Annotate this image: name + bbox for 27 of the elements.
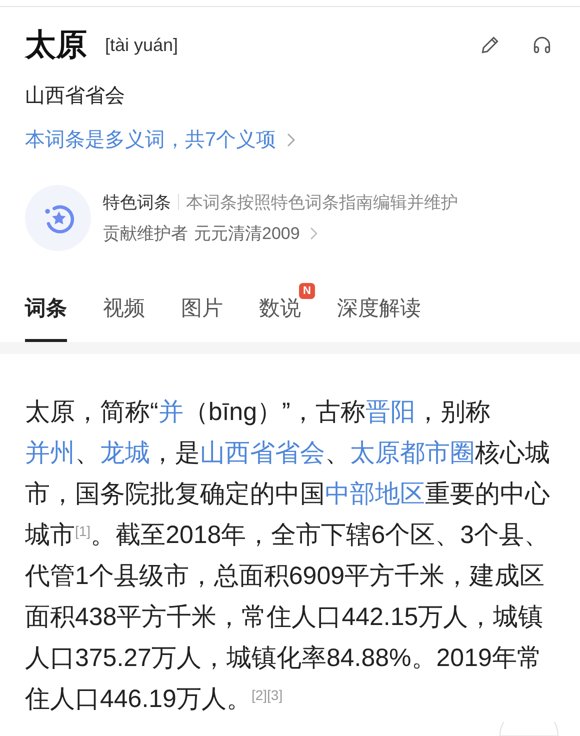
tab[interactable]: 数说	[259, 293, 301, 342]
tab[interactable]: 视频	[103, 293, 145, 342]
entry-subtitle: 山西省省会	[25, 84, 126, 109]
article-link[interactable]: 太原都市圈	[350, 438, 475, 466]
article-link[interactable]: 山西省省会	[200, 438, 325, 466]
article-link[interactable]: 并	[158, 398, 184, 426]
citation-link[interactable]: [2][3]	[251, 686, 283, 702]
chevron-icon	[310, 227, 318, 240]
featured-description: 本词条按照特色词条指南编辑并维护	[186, 192, 458, 214]
headphones-icon[interactable]	[531, 34, 553, 56]
citation-link[interactable]: [1]	[75, 522, 91, 538]
pinyin: [tài yuán]	[105, 34, 178, 57]
article-link[interactable]: 龙城	[100, 438, 150, 466]
new-badge: N	[299, 283, 315, 299]
chevron-icon	[286, 132, 296, 148]
article-paragraph: 太原，简称“并（bīng）”，古称晋阳，别称 并州、龙城，是山西省省会、太原都市圈核心城市，国务院批复确定的中国中部地区重要的中心城市$^{[1]}$。截至2018年，全市下辖6个区、3个县、代管1个县级市，总面积6909平方千米，建成区面积438平方千米，常住人口442.15万人，城镇人口375.27万人，城镇化率84.88%。2019年常住人口446.19万人。$^{[2][3]}$	[25, 396, 551, 714]
tab[interactable]: 图片	[181, 293, 223, 342]
article-link[interactable]: 并州	[25, 438, 75, 466]
article-link[interactable]: 晋阳	[365, 398, 416, 426]
entry-title: 太原	[25, 26, 87, 64]
pencil-icon[interactable]	[479, 34, 501, 56]
maintainer-link[interactable]: 元元清清2009	[194, 221, 300, 246]
polysemy-link[interactable]: 本词条是多义词，共7个义项	[25, 125, 276, 155]
featured-label: 特色词条	[103, 192, 171, 214]
article-link[interactable]: 中部地区	[325, 480, 425, 508]
maintainer-label: 贡献维护者	[103, 223, 188, 245]
tab[interactable]: 深度解读	[337, 293, 421, 342]
